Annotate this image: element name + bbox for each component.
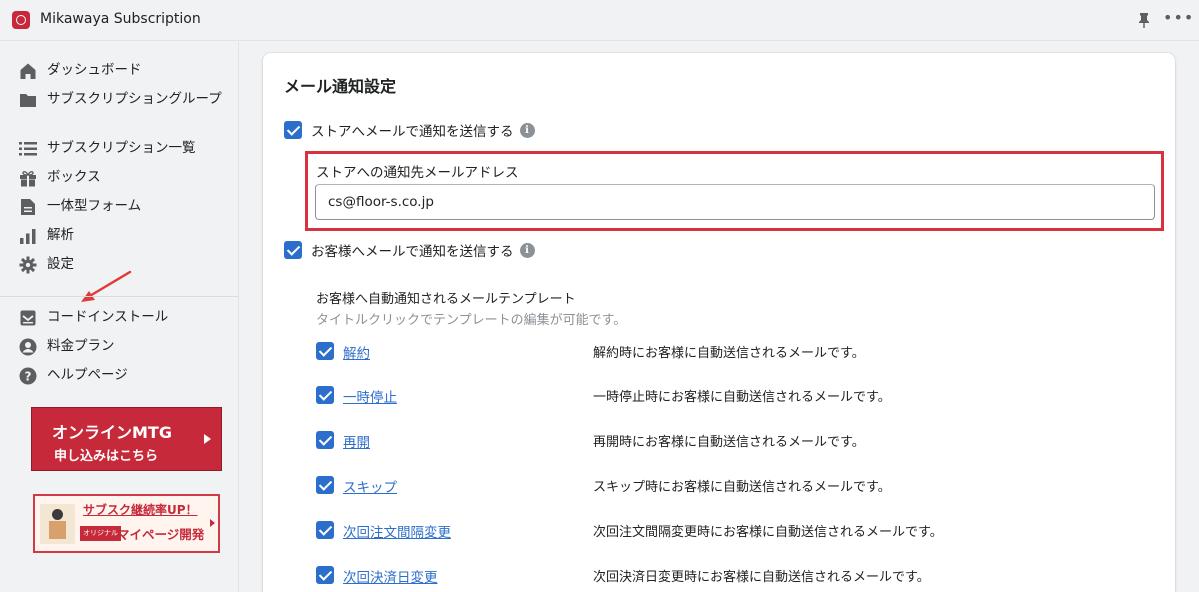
sidebar-item-form[interactable]: 一体型フォーム [18,197,141,217]
template-checkbox-skip[interactable] [316,476,334,494]
sidebar-item-label: 解析 [47,227,74,243]
sidebar-item-code-install[interactable]: コードインストール [18,308,168,328]
sidebar-item-label: コードインストール [47,309,169,325]
home-icon [18,61,38,81]
sidebar-item-label: 料金プラン [47,338,115,354]
svg-text:?: ? [25,370,32,384]
sidebar-divider [0,296,239,297]
store-notify-label: ストアへメールで通知を送信する i [311,120,535,140]
info-icon[interactable]: i [519,122,535,138]
banner-title: サブスク継続率UP！ [83,503,198,517]
document-icon [18,197,38,217]
banner-subtitle: 申し込みはこちら [54,449,159,464]
more-options-icon[interactable]: ••• [1163,10,1193,27]
sidebar-item-dashboard[interactable]: ダッシュボード [18,61,142,81]
user-circle-icon [18,337,38,357]
chevron-right-icon [204,434,211,444]
sidebar: ダッシュボード サブスクリプショングループ サブスクリプション一覧 ボックス 一… [0,42,239,592]
illustration-icon [40,504,75,544]
sidebar-item-label: ヘルプページ [47,367,128,383]
app-logo-icon [12,11,30,29]
list-icon [18,139,38,159]
template-link-interval-change[interactable]: 次回注文間隔変更 [343,521,451,541]
email-settings-card: メール通知設定 ストアへメールで通知を送信する i ストアへの通知先メールアドレ… [263,53,1175,592]
template-description: 解約時にお客様に自動送信されるメールです。 [593,346,865,361]
folder-icon [18,90,38,110]
annotation-arrow-icon [81,270,132,302]
template-description: 一時停止時にお客様に自動送信されるメールです。 [593,390,891,405]
sidebar-item-subscription-list[interactable]: サブスクリプション一覧 [18,139,196,159]
template-checkbox-interval-change[interactable] [316,521,334,539]
template-link-resume[interactable]: 再開 [343,431,370,451]
sidebar-item-label: 設定 [47,256,74,272]
sidebar-item-settings[interactable]: 設定 [18,255,74,275]
banner-tag: オリジナル [80,526,121,541]
chevron-right-icon [210,519,215,527]
template-description: 再開時にお客様に自動送信されるメールです。 [593,435,865,450]
store-notify-checkbox[interactable] [284,121,302,139]
customer-notify-text: お客様へメールで通知を送信する [311,244,514,260]
mypage-development-banner[interactable]: サブスク継続率UP！ オリジナル マイページ開発 [33,494,220,553]
gift-icon [18,168,38,188]
gear-icon [18,255,38,275]
top-bar: Mikawaya Subscription ••• [0,0,1199,41]
template-link-billing-date-change[interactable]: 次回決済日変更 [343,566,438,586]
sidebar-item-analytics[interactable]: 解析 [18,226,74,246]
question-icon: ? [18,366,38,386]
template-description: 次回注文間隔変更時にお客様に自動送信されるメールです。 [593,525,943,540]
pin-icon[interactable] [1137,12,1151,28]
templates-heading: お客様へ自動通知されるメールテンプレート [316,292,576,307]
template-checkbox-billing-date-change[interactable] [316,566,334,584]
code-install-icon [18,308,38,328]
template-link-cancel[interactable]: 解約 [343,342,370,362]
sidebar-item-pricing[interactable]: 料金プラン [18,337,115,357]
analytics-icon [18,226,38,246]
template-checkbox-resume[interactable] [316,431,334,449]
sidebar-item-label: サブスクリプション一覧 [47,140,196,156]
template-link-skip[interactable]: スキップ [343,476,397,496]
sidebar-item-help[interactable]: ? ヘルプページ [18,366,128,386]
store-email-label: ストアへの通知先メールアドレス [316,165,519,181]
sidebar-item-box[interactable]: ボックス [18,168,101,188]
template-link-pause[interactable]: 一時停止 [343,386,397,406]
templates-subheading: タイトルクリックでテンプレートの編集が可能です。 [316,313,627,328]
online-mtg-banner[interactable]: オンラインMTG 申し込みはこちら [31,407,222,471]
template-description: 次回決済日変更時にお客様に自動送信されるメールです。 [593,570,930,585]
customer-notify-checkbox[interactable] [284,241,302,259]
sidebar-item-label: サブスクリプショングループ [47,91,222,107]
sidebar-item-label: ボックス [47,169,101,185]
info-icon[interactable]: i [519,242,535,258]
template-description: スキップ時にお客様に自動送信されるメールです。 [593,480,891,495]
template-checkbox-cancel[interactable] [316,342,334,360]
banner-subtitle: マイページ開発 [117,527,205,542]
sidebar-item-label: 一体型フォーム [47,198,142,214]
app-title: Mikawaya Subscription [40,11,201,27]
banner-title: オンラインMTG [52,423,172,442]
page-title: メール通知設定 [284,77,397,96]
store-email-field[interactable] [315,184,1155,220]
sidebar-item-subscription-groups[interactable]: サブスクリプショングループ [18,90,227,110]
sidebar-item-label: ダッシュボード [47,62,142,78]
store-notify-text: ストアへメールで通知を送信する [311,124,514,140]
customer-notify-label: お客様へメールで通知を送信する i [311,240,535,260]
template-checkbox-pause[interactable] [316,386,334,404]
